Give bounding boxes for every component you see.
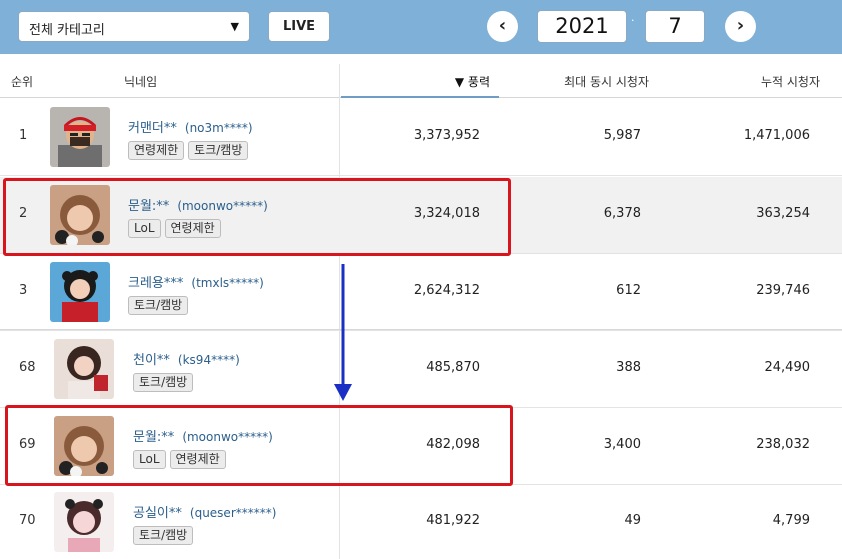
prev-month-button[interactable]: ‹ <box>487 11 518 42</box>
category-tag[interactable]: 토크/캠방 <box>188 141 249 160</box>
user-id: (tmxls*****) <box>191 276 264 290</box>
balloon-count: 3,373,952 <box>413 128 480 143</box>
highlight-box-rank-2 <box>3 178 511 256</box>
rank-value: 68 <box>19 360 36 375</box>
arrow-down-icon <box>334 264 352 401</box>
max-viewers-count: 5,987 <box>603 128 641 143</box>
table-row[interactable]: 3 크레용*** (tmxls*****) 토크/캠방 2,624,312 612… <box>0 254 842 331</box>
rank-value: 70 <box>19 513 36 528</box>
table-row[interactable]: 68 천이** (ks94****) 토크/캠방 485,870 388 24,4… <box>0 331 842 408</box>
max-viewers-count: 49 <box>624 513 641 528</box>
table-header: 순위 닉네임 ▼ 풍력 최대 동시 시청자 누적 시청자 <box>0 64 842 98</box>
year-field[interactable]: 2021 <box>537 10 627 43</box>
category-tag[interactable]: 연령제한 <box>128 141 185 160</box>
total-viewers-count: 363,254 <box>756 206 810 221</box>
header-balloon-sort[interactable]: ▼ 풍력 <box>455 73 490 90</box>
streamer-avatar[interactable] <box>54 339 114 399</box>
header-total-viewers[interactable]: 누적 시청자 <box>761 73 820 90</box>
total-viewers-count: 4,799 <box>772 513 810 528</box>
tag-list: 연령제한 토크/캠방 <box>128 139 252 160</box>
nickname-text: 크레용*** <box>128 276 184 291</box>
streamer-avatar[interactable] <box>50 262 110 322</box>
dropdown-arrow-icon: ▼ <box>230 20 239 33</box>
month-field[interactable]: 7 <box>645 10 705 43</box>
next-month-button[interactable]: › <box>725 11 756 42</box>
streamer-avatar[interactable] <box>50 107 110 167</box>
tag-list: 토크/캠방 <box>133 524 197 545</box>
filter-bar: 전체 카테고리 ▼ LIVE ‹ 2021 · 7 › <box>0 0 842 54</box>
total-viewers-count: 239,746 <box>756 283 810 298</box>
category-select-label: 전체 카테고리 <box>29 23 105 38</box>
streamer-nickname[interactable]: 커맨더** (no3m****) <box>128 117 253 136</box>
active-sort-indicator <box>341 96 499 98</box>
balloon-count: 481,922 <box>426 513 480 528</box>
user-id: (no3m****) <box>184 121 253 135</box>
nickname-text: 공실이** <box>133 506 182 521</box>
header-nickname: 닉네임 <box>124 75 158 89</box>
streamer-nickname[interactable]: 공실이** (queser******) <box>133 502 276 521</box>
user-id: (ks94****) <box>177 353 240 367</box>
category-select[interactable]: 전체 카테고리 ▼ <box>18 11 250 42</box>
balloon-count: 485,870 <box>426 360 480 375</box>
max-viewers-count: 3,400 <box>603 437 641 452</box>
max-viewers-count: 388 <box>616 360 641 375</box>
nickname-text: 천이** <box>133 353 170 368</box>
live-button[interactable]: LIVE <box>268 11 330 42</box>
tag-list: 토크/캠방 <box>133 371 197 392</box>
table-row[interactable]: 70 공실이** (queser******) 토크/캠방 481,922 49 … <box>0 484 842 559</box>
header-max-viewers[interactable]: 최대 동시 시청자 <box>564 73 649 90</box>
max-viewers-count: 612 <box>616 283 641 298</box>
tag-list: 토크/캠방 <box>128 294 192 315</box>
total-viewers-count: 1,471,006 <box>743 128 810 143</box>
rank-value: 1 <box>19 128 28 143</box>
rank-value: 3 <box>19 283 28 298</box>
user-id: (queser******) <box>189 506 277 520</box>
date-separator: · <box>631 14 635 27</box>
header-rank: 순위 <box>11 75 34 89</box>
category-tag[interactable]: 토크/캠방 <box>133 373 194 392</box>
nickname-text: 커맨더** <box>128 121 177 136</box>
streamer-avatar[interactable] <box>54 492 114 552</box>
category-tag[interactable]: 토크/캠방 <box>128 296 189 315</box>
table-row[interactable]: 1 커맨더** (no3m****) 연령제한 토크/캠방 3,373,952 5,… <box>0 99 842 176</box>
highlight-box-rank-69 <box>5 405 513 486</box>
chevron-right-icon: › <box>736 15 745 36</box>
max-viewers-count: 6,378 <box>603 206 641 221</box>
chevron-left-icon: ‹ <box>498 15 507 36</box>
category-tag[interactable]: 토크/캠방 <box>133 526 194 545</box>
section-divider <box>0 329 842 330</box>
streamer-nickname[interactable]: 천이** (ks94****) <box>133 349 240 368</box>
streamer-nickname[interactable]: 크레용*** (tmxls*****) <box>128 272 264 291</box>
total-viewers-count: 24,490 <box>764 360 811 375</box>
total-viewers-count: 238,032 <box>756 437 810 452</box>
balloon-count: 2,624,312 <box>413 283 480 298</box>
